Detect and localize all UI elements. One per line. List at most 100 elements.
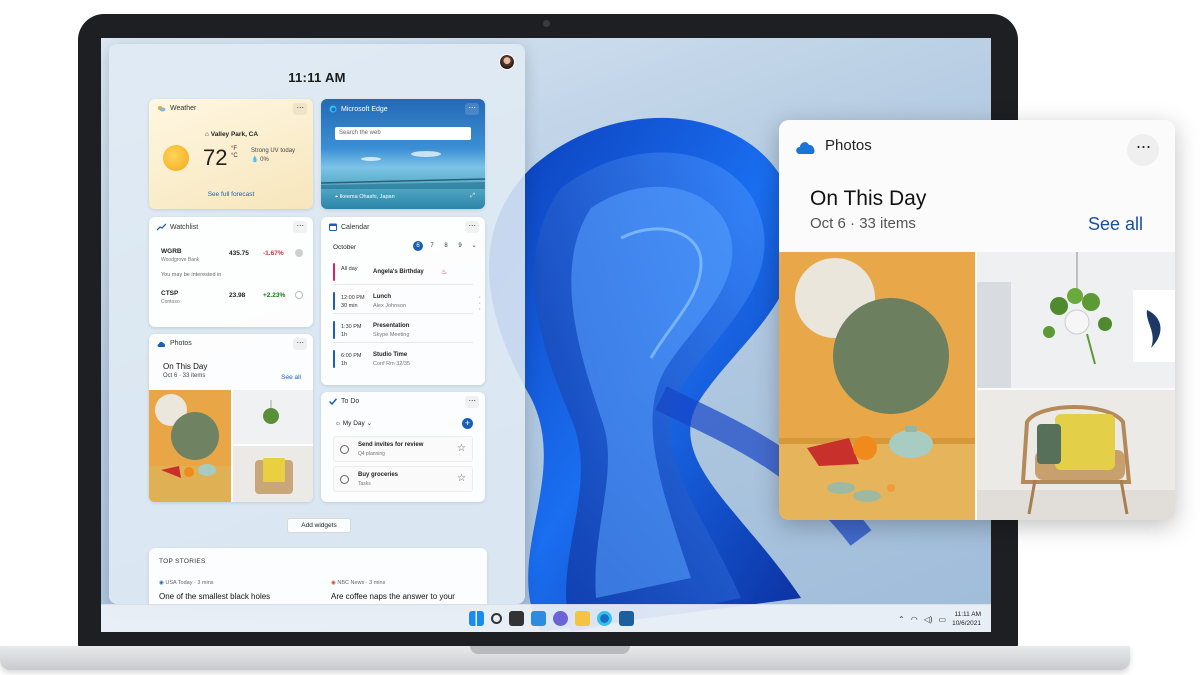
edge-caption: ⌖ Ikeema Ohashi, Japan [335,194,395,200]
photos-card-more-button[interactable]: ··· [1127,134,1159,166]
search-icon[interactable] [491,613,502,624]
photos-card-see-all-link[interactable]: See all [1088,214,1143,235]
edge-title: Microsoft Edge [341,105,388,113]
file-explorer-icon[interactable] [575,611,590,626]
stock-symbol: CTSP [161,290,179,297]
todo-widget[interactable]: To Do ··· ☼ My Day ⌄ + Send invites for … [321,392,485,502]
widgets-panel: 11:11 AM Weather ··· ⌂ Valley Park, CA 7… [109,44,525,604]
story-source: ◉ USA Today · 3 mins [159,580,214,586]
photo-rattan-chair[interactable] [977,390,1175,520]
add-widgets-button[interactable]: Add widgets [287,518,351,533]
news-source-icon: ◉ [159,580,164,586]
chat-icon[interactable] [553,611,568,626]
event-time: All day [341,266,358,272]
photo-hanging-plant[interactable] [977,252,1175,388]
calendar-day[interactable]: 8 [441,241,451,251]
watchlist-widget[interactable]: Watchlist ··· WGRB Woodgrove Bank 435.75… [149,217,313,327]
battery-icon[interactable]: ▭ [939,615,947,624]
weather-location: ⌂ Valley Park, CA [205,131,259,138]
photo-still-life[interactable] [779,252,975,520]
todo-more-button[interactable]: ··· [465,396,479,408]
star-icon[interactable]: ☆ [457,443,466,454]
widgets-clock: 11:11 AM [288,70,346,85]
weather-units: °F °C [231,146,238,160]
story-source-text: NBC News · 3 mins [337,580,386,586]
story-title[interactable]: Are coffee naps the answer to your [331,592,455,601]
check-icon[interactable] [295,249,303,257]
weather-unit-c[interactable]: °C [231,153,238,160]
calendar-event[interactable]: 1:30 PM 1h Presentation Skype Meeting [333,319,473,343]
story-title[interactable]: One of the smallest black holes [159,592,270,601]
calendar-more-button[interactable]: ··· [465,221,479,233]
avatar[interactable] [499,54,515,70]
stock-company: Contoso [161,299,180,305]
event-color-bar [333,321,335,339]
todo-list-name: My Day [342,420,365,427]
task-view-icon[interactable] [509,611,524,626]
photos-card[interactable]: Photos ··· On This Day Oct 6 · 33 items … [779,120,1175,520]
volume-icon[interactable]: ◁) [924,615,933,624]
chevron-down-icon[interactable]: ⌄ [469,241,479,251]
calendar-event[interactable]: 6:00 PM 1h Studio Time Conf Rm 32/35 [333,348,473,372]
calendar-day[interactable]: 7 [427,241,437,251]
edge-header: Microsoft Edge [329,105,388,113]
todo-task[interactable]: Buy groceries Tasks ☆ [333,466,473,492]
event-duration: 30 min [341,303,358,309]
stock-row[interactable]: CTSP Contoso 23.98 +2.23% [161,290,303,308]
calendar-days: 6 7 8 9 ⌄ [413,241,479,251]
photos-thumbnails[interactable] [149,390,313,502]
photos-see-all-link[interactable]: See all [281,374,301,381]
taskbar-clock[interactable]: 11:11 AM 10/6/2021 [952,610,981,628]
event-title: Studio Time [373,352,408,358]
photos-heading: On This Day [163,362,208,371]
store-icon[interactable] [619,611,634,626]
weather-forecast-link[interactable]: See full forecast [149,191,313,198]
wifi-icon[interactable]: ◠ [911,615,918,624]
event-time-start: 1:30 PM [341,324,362,330]
task-checkbox[interactable] [340,475,349,484]
photos-card-subtitle: Oct 6 · 33 items [810,215,916,232]
event-time: 1:30 PM 1h [341,323,361,339]
onedrive-cloud-icon [796,142,815,154]
calendar-day[interactable]: 9 [455,241,465,251]
photos-widget[interactable]: Photos ··· On This Day Oct 6 · 33 items … [149,334,313,502]
widgets-icon[interactable] [531,611,546,626]
scroll-handle[interactable]: · · · [479,294,481,313]
todo-list-selector[interactable]: ☼ My Day ⌄ [335,419,372,427]
edge-browser-icon[interactable] [597,611,612,626]
weather-location-text: Valley Park, CA [210,131,259,138]
task-checkbox[interactable] [340,445,349,454]
event-time-start: 12:00 PM [341,295,365,301]
event-duration: 1h [341,332,348,338]
edge-more-button[interactable]: ··· [465,103,479,115]
weather-precip-value: 0% [260,157,269,163]
laptop-notch [470,646,630,654]
watchlist-more-button[interactable]: ··· [293,221,307,233]
weather-title: Weather [170,105,197,112]
calendar-day[interactable]: 6 [413,241,423,251]
interest-label: You may be interested in [161,272,222,278]
weather-widget[interactable]: Weather ··· ⌂ Valley Park, CA 72 °F °C S… [149,99,313,209]
weather-more-button[interactable]: ··· [293,103,307,115]
top-stories-widget[interactable]: TOP STORIES ◉ USA Today · 3 mins One of … [149,548,487,604]
start-icon[interactable] [469,611,484,626]
chevron-up-icon[interactable]: ⌃ [898,615,905,624]
cake-icon: ♨ [441,269,448,276]
calendar-event[interactable]: 12:00 PM 30 min Lunch Alex Johnson [333,290,473,314]
calendar-event[interactable]: All day Angela's Birthday ♨ [333,261,473,285]
stock-row[interactable]: WGRB Woodgrove Bank 435.75 -1.67% [161,248,303,266]
add-icon[interactable] [295,291,303,299]
bridge-illustration [321,178,485,189]
calendar-widget[interactable]: Calendar ··· October 6 7 8 9 ⌄ All day A… [321,217,485,385]
todo-task[interactable]: Send invites for review Q4 planning ☆ [333,436,473,462]
system-tray: ⌃ ◠ ◁) ▭ 11:11 AM 10/6/2021 [898,610,981,628]
star-icon[interactable]: ☆ [457,473,466,484]
edge-icon [329,105,337,113]
weather-unit-f[interactable]: °F [231,146,238,153]
expand-icon[interactable]: ⤢ [470,193,475,200]
edge-search-input[interactable]: Search the web [335,127,471,140]
add-task-button[interactable]: + [462,418,473,429]
edge-widget[interactable]: Microsoft Edge ··· Search the web ⌖ Ikee… [321,99,485,209]
photos-more-button[interactable]: ··· [293,338,307,350]
photos-card-grid [779,252,1175,520]
